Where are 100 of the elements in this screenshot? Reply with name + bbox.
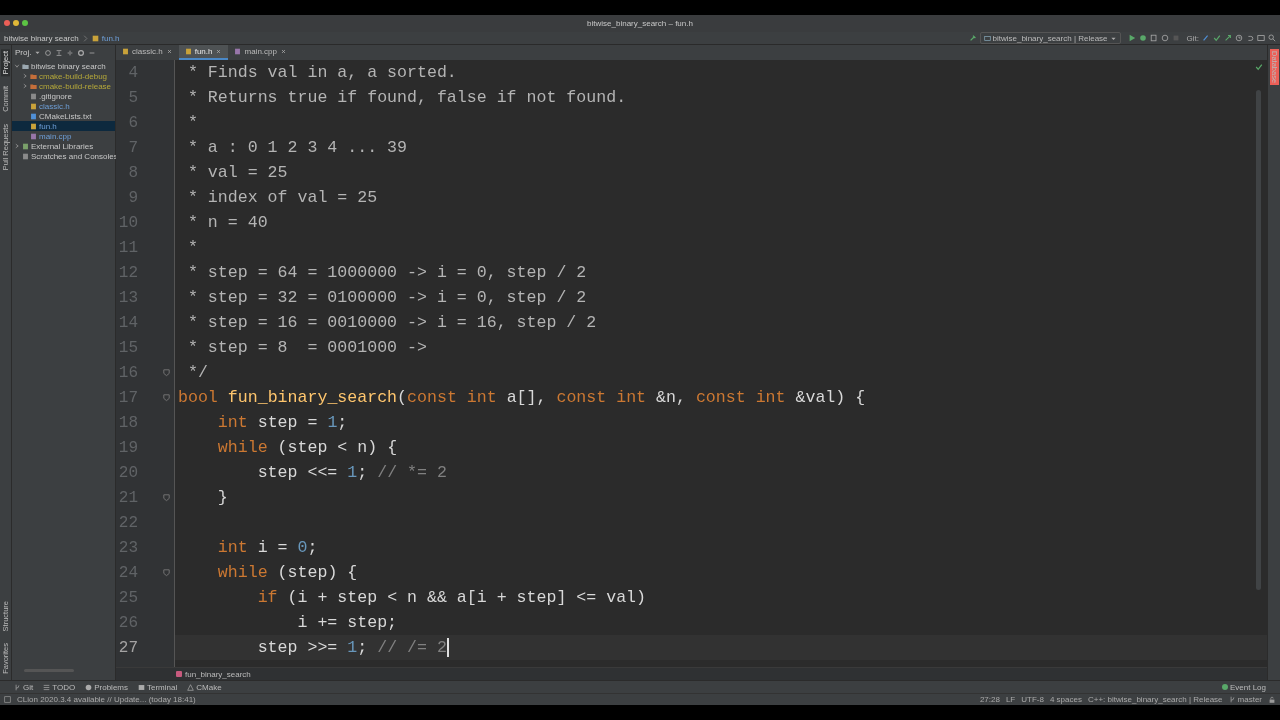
status-item[interactable]: 27:28 xyxy=(979,695,1000,704)
file-icon xyxy=(234,48,242,55)
update-icon[interactable] xyxy=(1202,34,1210,42)
status-item[interactable]: UTF-8 xyxy=(1021,695,1044,704)
code-editor[interactable] xyxy=(116,60,1267,680)
code-line: * xyxy=(186,238,198,257)
layout-icon[interactable] xyxy=(1257,34,1265,42)
panel-title[interactable]: Proj. xyxy=(15,48,32,57)
code-line: */ xyxy=(186,363,208,382)
tree-item[interactable]: cmake-build-release xyxy=(12,81,115,91)
problems-icon xyxy=(85,683,93,691)
settings-icon[interactable] xyxy=(77,48,86,57)
file-icon xyxy=(184,48,192,55)
status-item[interactable]: 4 spaces xyxy=(1049,695,1082,704)
close-icon[interactable] xyxy=(215,48,223,55)
chevron-icon xyxy=(81,34,89,42)
code-line: * Finds val in a, a sorted. xyxy=(186,63,457,82)
todo-icon xyxy=(43,683,51,691)
code-line: * n = 40 xyxy=(186,213,268,232)
code-line: bool fun_binary_search(const int a[], const int &n, const int &val) { xyxy=(178,388,866,407)
coverage-icon[interactable] xyxy=(1149,34,1158,42)
code-line: * step = 32 = 0100000 -> i = 0, step / 2 xyxy=(186,288,587,307)
hammer-icon[interactable] xyxy=(968,34,977,42)
code-line: step >>= 1; // /= 2 xyxy=(256,638,447,657)
history-icon[interactable] xyxy=(1235,34,1243,42)
code-line: if (i + step < n && a[i + step] <= val) xyxy=(256,588,647,607)
checkmark-icon[interactable] xyxy=(1213,34,1221,42)
window-icon xyxy=(983,34,991,42)
expand-icon[interactable] xyxy=(55,48,64,57)
cmake-icon xyxy=(187,683,195,691)
terminal-icon xyxy=(138,683,145,691)
caret-icon[interactable] xyxy=(34,49,42,56)
status-item[interactable]: C++: bitwise_binary_search | Release xyxy=(1087,695,1223,704)
code-line: int step = 1; xyxy=(216,413,348,432)
code-line: * step = 16 = 0010000 -> i = 16, step / 2 xyxy=(186,313,597,332)
fold-icon[interactable] xyxy=(161,568,171,577)
breadcrumb-item[interactable]: bitwise binary search xyxy=(4,33,79,43)
run-icon[interactable] xyxy=(1127,34,1136,42)
code-line: step <<= 1; // *= 2 xyxy=(256,463,447,482)
code-line: * xyxy=(186,113,198,132)
tool-window-button[interactable]: TODO xyxy=(43,682,76,692)
debug-icon[interactable] xyxy=(1138,34,1147,42)
code-line: * index of val = 25 xyxy=(186,188,378,207)
editor-tab[interactable]: fun.h xyxy=(178,45,229,60)
panel-icon[interactable] xyxy=(4,696,11,703)
git-icon xyxy=(14,683,21,691)
code-line: * step = 8 = 0001000 -> xyxy=(186,338,427,357)
fold-icon[interactable] xyxy=(161,493,171,502)
tree-item[interactable]: fun.h xyxy=(12,121,115,131)
file-icon xyxy=(91,34,99,42)
tree-item[interactable]: bitwise binary search xyxy=(12,61,115,71)
tool-window-button[interactable]: Terminal xyxy=(138,682,178,692)
tree-item[interactable]: classic.h xyxy=(12,101,115,111)
file-icon xyxy=(122,48,129,55)
lock-icon[interactable] xyxy=(1268,695,1276,704)
profiler-icon[interactable] xyxy=(1160,34,1169,42)
fold-icon[interactable] xyxy=(161,368,171,377)
tree-item[interactable]: cmake-build-debug xyxy=(12,71,115,81)
git-label: Git: xyxy=(1186,33,1199,43)
tree-item[interactable]: CMakeLists.txt xyxy=(12,111,115,121)
branch-icon xyxy=(1228,696,1236,703)
collapse-icon[interactable] xyxy=(66,48,75,57)
tree-item[interactable]: .gitignore xyxy=(12,91,115,101)
tree-item[interactable]: External Libraries xyxy=(12,141,115,151)
line-number: 27 xyxy=(117,638,139,657)
push-icon[interactable] xyxy=(1224,34,1232,42)
code-line: while (step < n) { xyxy=(216,438,398,457)
scrollbar[interactable] xyxy=(1256,90,1261,590)
window-title: bitwise_binary_search – fun.h xyxy=(587,19,693,28)
code-line: * a : 0 1 2 3 4 ... 39 xyxy=(186,138,408,157)
status-item[interactable]: LF xyxy=(1005,695,1016,704)
code-line: * Returns true if found, false if not found. xyxy=(186,88,627,107)
fold-icon[interactable] xyxy=(161,393,171,402)
editor-tab[interactable]: main.cpp xyxy=(228,45,293,60)
function-icon xyxy=(176,671,182,677)
event-log-button[interactable]: Event Log xyxy=(1221,682,1266,692)
close-icon[interactable] xyxy=(279,48,287,55)
run-configuration-dropdown[interactable]: bitwise_binary_search | Release xyxy=(979,32,1121,44)
breadcrumb-item[interactable]: fun.h xyxy=(101,33,120,43)
tool-window-button[interactable]: Git xyxy=(14,682,34,692)
checkmark-icon xyxy=(1255,63,1263,71)
tool-window-button[interactable]: Problems xyxy=(85,682,128,692)
status-message[interactable]: CLion 2020.3.4 available // Update... (today 18:41) xyxy=(17,695,196,704)
code-line: while (step) { xyxy=(216,563,358,582)
breadcrumb-item[interactable]: fun_binary_search xyxy=(185,669,251,679)
tool-window-button[interactable]: CMake xyxy=(187,682,222,692)
rollback-icon[interactable] xyxy=(1246,34,1254,42)
close-button[interactable] xyxy=(4,20,10,26)
editor-tab[interactable]: classic.h xyxy=(116,45,179,60)
target-icon[interactable] xyxy=(44,48,53,57)
code-line: i += step; xyxy=(296,613,398,632)
code-line: } xyxy=(216,488,228,507)
tree-item[interactable]: main.cpp xyxy=(12,131,115,141)
code-line: int i = 0; xyxy=(216,538,318,557)
minimize-button[interactable] xyxy=(13,20,19,26)
zoom-button[interactable] xyxy=(22,20,28,26)
code-line: * step = 64 = 1000000 -> i = 0, step / 2 xyxy=(186,263,587,282)
branch-widget[interactable]: master xyxy=(1228,695,1262,704)
close-icon[interactable] xyxy=(165,48,173,55)
search-icon[interactable] xyxy=(1268,34,1276,42)
